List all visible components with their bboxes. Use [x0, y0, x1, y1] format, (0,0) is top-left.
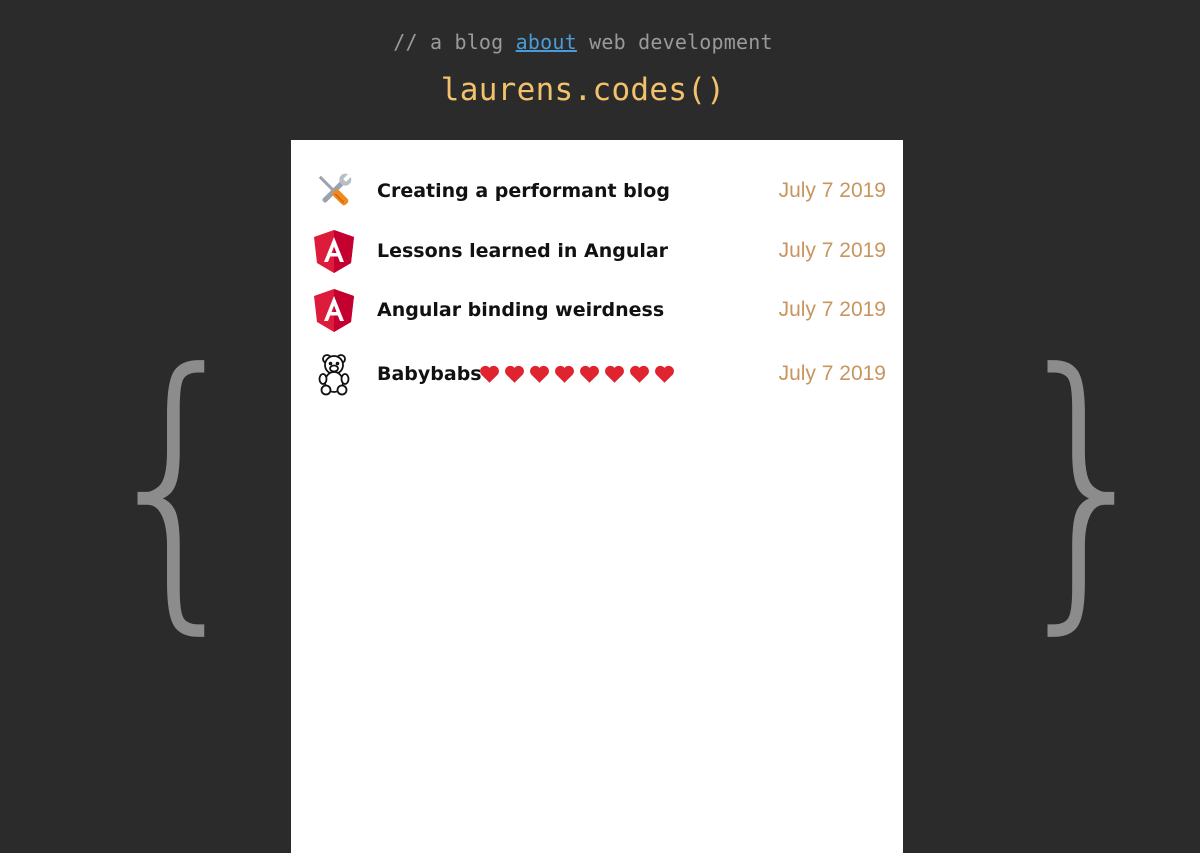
tools-icon — [311, 168, 357, 214]
post-title[interactable]: Lessons learned in Angular — [377, 240, 668, 262]
post-item[interactable]: Lessons learned in Angular July 7 2019 — [311, 228, 886, 274]
about-link[interactable]: about — [516, 30, 577, 54]
post-title[interactable]: Angular binding weirdness — [377, 299, 664, 321]
post-item[interactable]: Babybabs July 7 2019 — [311, 351, 886, 397]
heart-icon — [555, 365, 574, 383]
heart-icon — [530, 365, 549, 383]
teddy-bear-icon — [311, 351, 357, 397]
heart-icon — [655, 365, 674, 383]
post-title[interactable]: Creating a performant blog — [377, 180, 670, 202]
post-date: July 7 2019 — [778, 179, 886, 202]
post-item[interactable]: Creating a performant blog July 7 2019 — [311, 168, 886, 214]
right-brace-decoration: } — [1004, 310, 1167, 659]
heart-icon — [480, 365, 499, 383]
heart-icon — [580, 365, 599, 383]
angular-logo-icon — [311, 228, 357, 274]
hearts-row — [479, 364, 675, 384]
post-title[interactable]: Babybabs — [377, 363, 482, 385]
post-date: July 7 2019 — [778, 362, 886, 385]
post-date: July 7 2019 — [778, 298, 886, 321]
post-item[interactable]: Angular binding weirdness July 7 2019 — [311, 287, 886, 333]
heart-icon — [605, 365, 624, 383]
post-date: July 7 2019 — [778, 239, 886, 262]
tagline-suffix: web development — [576, 30, 773, 54]
heart-icon — [630, 365, 649, 383]
left-brace-decoration: { — [94, 310, 257, 659]
angular-logo-icon — [311, 287, 357, 333]
post-list-panel: Creating a performant blog July 7 2019 L… — [291, 140, 903, 853]
tagline-prefix: // a blog — [393, 30, 516, 54]
heart-icon — [505, 365, 524, 383]
tagline: // a blog about web development — [0, 30, 1166, 54]
site-title[interactable]: laurens.codes() — [0, 72, 1166, 108]
